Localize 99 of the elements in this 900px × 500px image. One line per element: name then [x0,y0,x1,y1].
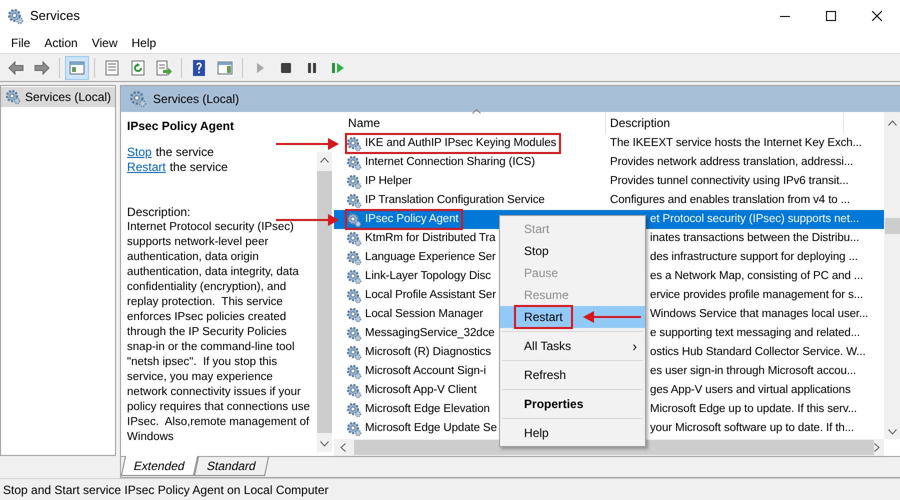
column-header[interactable]: Name [334,112,606,134]
table-cell-text: your Microsoft software up to date. If th... [650,420,854,436]
scroll-right-icon[interactable] [874,443,880,452]
gear-icon [346,174,362,190]
scrollbar-thumb[interactable] [885,218,900,234]
gear-icon [129,90,148,108]
panel-title: Services (Local) [153,91,240,108]
export-icon [155,58,173,76]
table-cell-text: Provides tunnel connectivity using IPv6 transit... [610,174,849,189]
gear-icon [346,250,362,266]
table-cell-text: Configures and enables translation from v4 to ... [610,192,850,208]
service-name[interactable]: IP Helper [346,172,416,191]
scroll-up-icon[interactable] [888,120,898,126]
menu-item[interactable]: Refresh [500,364,646,386]
gear-icon [346,288,362,304]
gear-icon [346,212,362,228]
tree-pane-icon [68,58,86,76]
tab[interactable]: Extended [120,456,198,476]
gear-icon [346,382,362,398]
gear-icon [346,136,362,152]
service-name[interactable]: KtmRm for Distributed Tra [346,229,500,248]
table-cell-text: es user sign-in through Microsoft accou... [650,364,856,379]
gear-icon [346,154,362,170]
gear-icon [346,192,362,208]
service-name[interactable]: Microsoft Edge Update Se [346,419,501,438]
gear-icon [346,306,362,322]
table-cell-text: es a Network Map, consisting of PC and ... [650,268,864,284]
table-cell-text: The IKEEXT service hosts the Internet Key Exch... [610,136,862,151]
status-text: Stop and Start service IPsec Policy Agent on Local Computer [2,482,329,498]
menu-item[interactable]: Properties [500,393,646,415]
gear-icon [346,402,362,418]
action-link[interactable]: Stop [127,145,152,160]
service-name[interactable]: IPsec Policy Agent [346,210,462,229]
help-icon [190,58,208,76]
table-cell-text: inates transactions between the Distribu... [650,230,860,246]
refresh-icon [129,58,147,76]
scrollbar[interactable] [884,112,900,439]
service-name[interactable]: Link-Layer Topology Disc [346,267,495,286]
menu-item[interactable]: Stop [500,240,646,262]
properties-icon [103,58,121,76]
gear-icon [7,8,24,24]
service-name[interactable]: IP Translation Configuration Service [346,191,549,210]
service-name[interactable]: Microsoft Account Sign-i [346,362,490,381]
menu-item[interactable]: Help [124,32,164,52]
scroll-down-icon[interactable] [320,441,330,447]
description-label: Description: [127,205,192,220]
forward-arrow-icon [33,58,51,76]
gear-icon [346,344,362,360]
back-arrow-icon [7,58,25,76]
gear-icon [346,364,362,380]
service-name[interactable]: Microsoft (R) Diagnostics [346,343,495,362]
window-title: Services [30,7,80,26]
table-cell-text: des infrastructure support for deploying ... [650,250,858,265]
service-name[interactable]: IKE and AuthIP IPsec Keying Modules [346,134,560,153]
service-name[interactable]: Local Profile Assistant Ser [346,286,500,305]
service-name[interactable]: Microsoft Edge Elevation [346,400,494,419]
menu-item[interactable]: Help [500,422,646,444]
gear-icon [346,230,362,246]
table-cell-text: ostics Hub Standard Collector Service. W... [650,344,866,360]
description-text: Internet Protocol security (IPsec) supports network-level peer authentication, data origin authentication, data integrity, data confidentiality (encryption), and replay protection. This service enforces IPsec policies created through the IP Security Policies snap-in or the command-line tool "netsh ipsec". If you stop this service, you may experience network connectivity issues if your policy requires that connections use IPsec. Also,remote management of Windows [127,220,311,445]
gear-icon [346,268,362,284]
service-title: IPsec Policy Agent [127,118,235,135]
service-name[interactable]: Local Session Manager [346,305,488,324]
column-header[interactable]: Description [606,112,844,134]
scroll-down-icon[interactable] [888,429,898,435]
link-caption: the service [156,145,214,160]
table-cell-text: ervice provides profile management for s... [650,288,864,303]
link-caption: the service [170,160,228,175]
service-name[interactable]: Internet Connection Sharing (ICS) [346,153,539,172]
menu-item[interactable]: Action [37,32,85,52]
table-cell-text: ges App-V users and virtual applications [650,382,851,398]
annotation-arrow [583,311,642,323]
gear-icon [346,420,362,436]
table-cell-text: Microsoft Edge up to update. If this serv... [650,402,857,417]
toolbar-button[interactable] [65,56,89,80]
annotation-arrow [276,138,340,150]
menu-item[interactable]: View [84,32,124,52]
close-icon [872,11,882,21]
table-cell-text: et Protocol security (IPsec) supports net... [650,212,860,227]
action-pane-icon [216,58,234,76]
menu-item[interactable]: All Tasks › [500,335,646,357]
table-cell-text: e supporting text messaging and related... [650,326,860,341]
maximize-icon [826,11,836,21]
submenu-arrow-icon: › [632,336,638,356]
menu-item[interactable]: File [4,32,38,52]
table-cell-text: Windows Service that manages local user... [650,306,868,322]
service-name[interactable]: Microsoft App-V Client [346,381,481,400]
service-name[interactable]: MessagingService_32dce [346,324,499,343]
gear-icon [346,326,362,342]
service-name[interactable]: Language Experience Ser [346,248,500,267]
action-link[interactable]: Restart [127,160,166,175]
scroll-up-icon[interactable] [320,157,330,163]
table-cell-text: Provides network address translation, addressi... [610,154,854,170]
scroll-left-icon[interactable] [340,443,346,452]
tab[interactable]: Standard [194,457,268,476]
tree-item[interactable]: Services (Local) [1,87,116,107]
menu-item[interactable]: Restart [500,306,646,328]
sort-caret-icon [472,109,482,114]
gear-icon [5,89,21,105]
